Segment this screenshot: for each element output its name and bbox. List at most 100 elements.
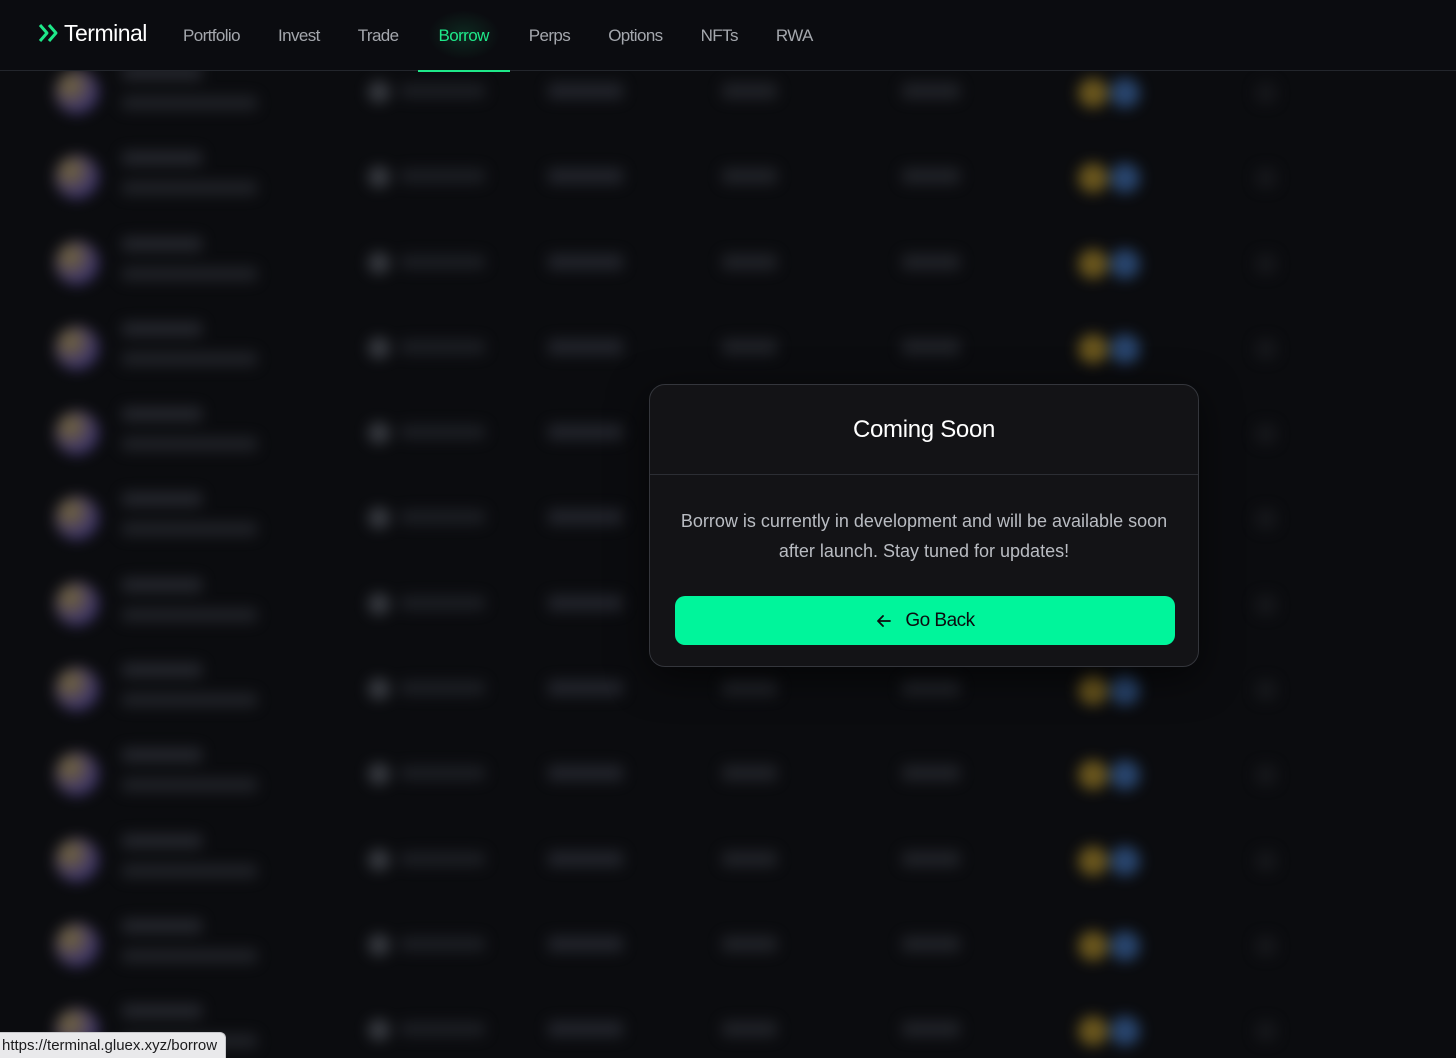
- blurred-placeholder: [1256, 935, 1276, 956]
- blurred-placeholder: [1256, 424, 1276, 445]
- brand-name: Terminal: [64, 19, 147, 46]
- blurred-placeholder: [1256, 338, 1276, 359]
- nav-item-portfolio[interactable]: Portfolio: [164, 0, 259, 71]
- blurred-placeholder: [400, 510, 485, 525]
- modal-body: Borrow is currently in development and w…: [650, 475, 1198, 645]
- brand-logo[interactable]: Terminal: [38, 18, 147, 48]
- blurred-placeholder: [1110, 1016, 1140, 1047]
- blurred-placeholder: [122, 407, 202, 422]
- blurred-placeholder: [722, 253, 777, 270]
- blurred-placeholder: [368, 678, 390, 701]
- nav-item-rwa[interactable]: RWA: [757, 0, 832, 71]
- nav-item-invest[interactable]: Invest: [259, 0, 339, 71]
- blurred-placeholder: [902, 338, 960, 355]
- blurred-placeholder: [902, 253, 960, 270]
- blurred-placeholder: [400, 339, 485, 354]
- blurred-placeholder: [902, 83, 960, 99]
- blurred-placeholder: [722, 83, 777, 99]
- blurred-placeholder: [722, 680, 777, 697]
- blurred-placeholder: [902, 850, 960, 867]
- blurred-placeholder: [1256, 509, 1276, 530]
- nav-item-perps[interactable]: Perps: [510, 0, 589, 71]
- blurred-placeholder: [1078, 78, 1108, 108]
- blurred-placeholder: [722, 168, 777, 185]
- blurred-placeholder: [122, 266, 257, 281]
- blurred-placeholder: [122, 437, 257, 452]
- blurred-placeholder: [55, 922, 99, 967]
- blurred-placeholder: [548, 1021, 623, 1038]
- blurred-placeholder: [122, 522, 257, 537]
- blurred-placeholder: [400, 936, 485, 951]
- blurred-placeholder: [400, 681, 485, 696]
- nav-item-options[interactable]: Options: [589, 0, 681, 71]
- blurred-placeholder: [1256, 765, 1276, 786]
- blurred-placeholder: [1078, 675, 1108, 706]
- blurred-placeholder: [548, 680, 623, 697]
- blurred-placeholder: [1078, 333, 1108, 364]
- nav-item-nfts[interactable]: NFTs: [682, 0, 757, 71]
- coming-soon-modal: Coming Soon Borrow is currently in devel…: [649, 384, 1199, 667]
- blurred-placeholder: [122, 181, 257, 196]
- modal-header: Coming Soon: [650, 385, 1198, 475]
- blurred-placeholder: [400, 1022, 485, 1037]
- blurred-placeholder: [55, 240, 99, 285]
- blurred-placeholder: [1110, 78, 1140, 108]
- blurred-placeholder: [902, 168, 960, 185]
- blurred-placeholder: [122, 1004, 202, 1019]
- blurred-placeholder: [368, 81, 390, 103]
- blurred-placeholder: [902, 680, 960, 697]
- blurred-placeholder: [902, 765, 960, 782]
- blurred-placeholder: [122, 492, 202, 507]
- blurred-placeholder: [400, 851, 485, 866]
- blurred-placeholder: [722, 1021, 777, 1038]
- blurred-row: [0, 814, 1456, 899]
- blurred-placeholder: [55, 155, 99, 200]
- blurred-placeholder: [548, 83, 623, 99]
- blurred-placeholder: [122, 778, 257, 793]
- blurred-placeholder: [548, 594, 623, 611]
- blurred-placeholder: [368, 848, 390, 871]
- status-bar-url: https://terminal.gluex.xyz/borrow: [0, 1032, 227, 1058]
- blurred-placeholder: [1256, 1021, 1276, 1042]
- blurred-placeholder: [122, 151, 202, 166]
- blurred-placeholder: [400, 169, 485, 184]
- blurred-placeholder: [548, 253, 623, 270]
- blurred-placeholder: [1256, 680, 1276, 701]
- nav-item-borrow[interactable]: Borrow: [417, 0, 511, 72]
- blurred-placeholder: [1078, 930, 1108, 961]
- top-navigation-bar: Terminal Portfolio Invest Trade Borrow P…: [0, 0, 1456, 72]
- blurred-placeholder: [368, 592, 390, 615]
- blurred-placeholder: [122, 351, 257, 366]
- go-back-button[interactable]: Go Back: [675, 596, 1175, 645]
- blurred-placeholder: [55, 581, 99, 626]
- blurred-placeholder: [548, 850, 623, 867]
- blurred-placeholder: [722, 765, 777, 782]
- blurred-placeholder: [902, 935, 960, 952]
- blurred-placeholder: [548, 168, 623, 185]
- blurred-placeholder: [1256, 168, 1276, 189]
- blurred-placeholder: [122, 918, 202, 933]
- blurred-row: [0, 899, 1456, 984]
- blurred-placeholder: [400, 766, 485, 781]
- blurred-row: [0, 131, 1456, 216]
- nav-item-trade[interactable]: Trade: [339, 0, 418, 71]
- blurred-placeholder: [722, 338, 777, 355]
- blurred-placeholder: [1110, 930, 1140, 961]
- blurred-placeholder: [55, 411, 99, 456]
- blurred-placeholder: [1110, 845, 1140, 876]
- blurred-placeholder: [400, 425, 485, 440]
- blurred-placeholder: [122, 236, 202, 251]
- blurred-placeholder: [1256, 850, 1276, 871]
- blurred-placeholder: [55, 70, 99, 114]
- blurred-placeholder: [400, 595, 485, 610]
- blurred-placeholder: [368, 507, 390, 530]
- blurred-placeholder: [548, 765, 623, 782]
- blurred-placeholder: [1256, 594, 1276, 615]
- blurred-placeholder: [1256, 83, 1276, 103]
- blurred-placeholder: [368, 251, 390, 274]
- blurred-placeholder: [1078, 1016, 1108, 1047]
- blurred-placeholder: [55, 752, 99, 797]
- blurred-placeholder: [368, 763, 390, 786]
- double-chevron-right-icon: [38, 24, 58, 42]
- blurred-placeholder: [122, 833, 202, 848]
